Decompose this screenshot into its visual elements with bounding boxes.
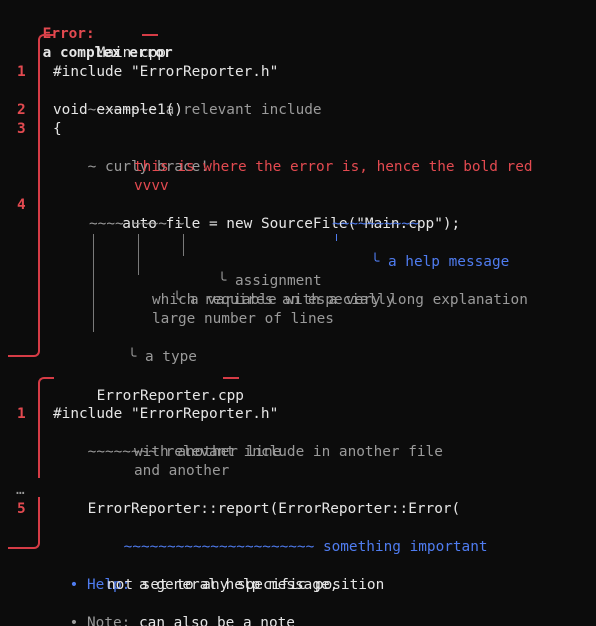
file-header-dash <box>223 377 239 379</box>
bracket-vertical-line <box>38 40 40 349</box>
bracket-bottom-line <box>8 547 34 549</box>
file-header-dash <box>142 34 158 36</box>
file-header-errorreporter: ErrorReporter.cpp <box>62 368 244 404</box>
annotation-line: ~~~~~~~~ relevant include in another fil… <box>53 424 443 460</box>
assignment-annotation: ╰ assignment <box>217 273 322 289</box>
file-name: Main.cpp <box>96 45 166 61</box>
line-number: 2 <box>17 102 26 118</box>
line-number: 4 <box>17 197 26 213</box>
line-number: 5 <box>17 501 26 517</box>
squiggle-blue: ~~~~~~~~~~~~~~~~~~~~~~ <box>123 539 315 555</box>
variable-annotation-cont: which requires an especially <box>152 292 395 308</box>
file-name: ErrorReporter.cpp <box>96 388 244 404</box>
error-note: this is where the error is, hence the bo… <box>134 159 533 175</box>
squiggle-blue: ~~~~~~~~~~ <box>332 216 419 232</box>
annotation-line: ~~~~~~~~ a relevant include <box>53 82 322 118</box>
ellipsis-gap: … <box>16 482 25 498</box>
bracket-top-line <box>44 34 54 36</box>
annotation-note: something important <box>322 539 488 555</box>
help-footer-cont: not set to any specific position <box>107 577 385 593</box>
error-pointer: vvvv <box>134 178 169 194</box>
code-line: #include "ErrorReporter.h" <box>53 406 279 422</box>
help-annotation: ╰ a help message <box>370 254 510 270</box>
annotation-note: a relevant include <box>165 102 322 118</box>
bracket-top-line <box>44 377 54 379</box>
line-number: 1 <box>17 64 26 80</box>
note-label: Note: <box>87 615 131 626</box>
help-footer: • Help: a general help message, <box>69 577 339 593</box>
bracket-vertical-line <box>38 383 40 478</box>
bullet-icon: • <box>69 615 79 626</box>
bracket-bottom-line <box>8 355 34 357</box>
annotation-line: ~~~~~~~~~~~~~~~~~~~~~~ something importa… <box>89 519 488 555</box>
connector-type <box>93 234 94 332</box>
variable-annotation: ╰ a variable with a very long explanatio… <box>172 292 528 308</box>
code-line: #include "ErrorReporter.h" <box>53 64 279 80</box>
help-text: a help message <box>387 254 510 270</box>
bracket-vertical-line <box>38 497 40 542</box>
line-number: 3 <box>17 121 26 137</box>
note-footer: • Note: can also be a note <box>35 595 295 626</box>
squiggle: ~~~~ ~~~~ ~ <box>89 216 185 232</box>
type-annotation: ╰ a type <box>127 349 197 365</box>
annotation-line: ~ curly brace! <box>53 139 209 175</box>
code-line: void example1() <box>53 102 183 118</box>
connector-variable <box>138 234 139 275</box>
terminal-output: Error: a complex error Main.cpp 1 #inclu… <box>0 0 596 626</box>
line-number: 1 <box>17 406 26 422</box>
variable-annotation-cont: large number of lines <box>152 311 334 327</box>
code-line: { <box>53 121 62 137</box>
squiggle: ~ <box>87 159 97 175</box>
annotation-cont: with another line <box>134 444 282 460</box>
annotation-cont: and another <box>134 463 230 479</box>
code-line: ErrorReporter::report(ErrorReporter::Err… <box>53 501 461 517</box>
error-header: Error: a complex error <box>8 6 173 61</box>
code-line: auto file = new SourceFile("Main.cpp"); <box>87 216 461 232</box>
bullet-icon: • <box>69 577 79 593</box>
